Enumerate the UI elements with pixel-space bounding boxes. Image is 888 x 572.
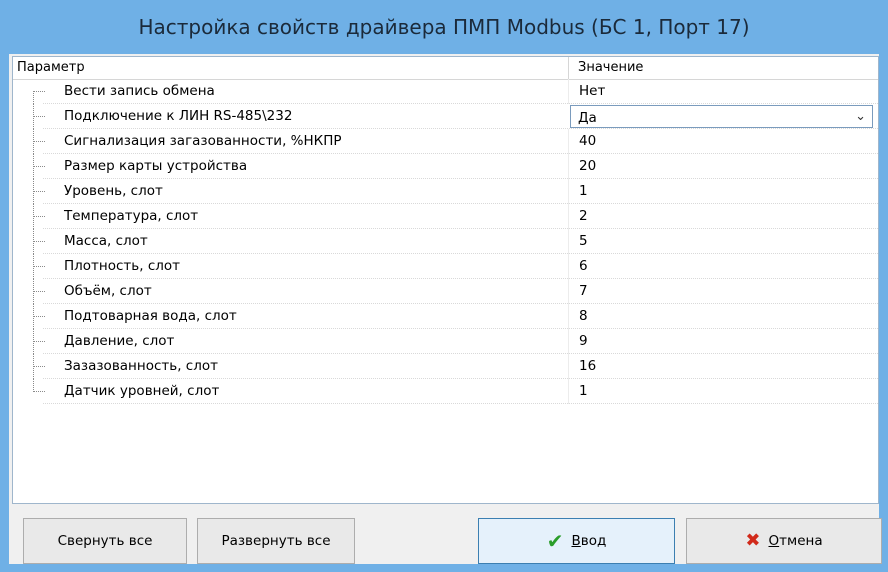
grid-row[interactable]: Объём, слот 7 [13, 279, 878, 304]
grid-row[interactable]: Вести запись обмена Нет [13, 79, 878, 104]
grid-row-selected[interactable]: Подключение к ЛИН RS-485\232 Да ⌄ [13, 104, 878, 129]
chevron-down-icon[interactable]: ⌄ [855, 109, 866, 124]
grid-row[interactable]: Температура, слот 2 [13, 204, 878, 229]
param-value[interactable]: 9 [579, 333, 588, 349]
tree-line [33, 104, 53, 129]
cancel-label: Отмена [768, 533, 823, 549]
expand-all-label: Развернуть все [221, 533, 331, 549]
window-title: Настройка свойств драйвера ПМП Modbus (Б… [138, 15, 750, 39]
param-name: Масса, слот [64, 233, 148, 249]
expand-all-button[interactable]: Развернуть все [197, 518, 355, 564]
tree-line [33, 254, 53, 279]
tree-line [33, 129, 53, 154]
tree-line [33, 304, 53, 329]
param-name: Плотность, слот [64, 258, 180, 274]
param-value[interactable]: 2 [579, 208, 588, 224]
tree-line [33, 229, 53, 254]
param-value[interactable]: 40 [579, 133, 596, 149]
param-value[interactable]: 1 [579, 383, 588, 399]
grid-row[interactable]: Зазазованность, слот 16 [13, 354, 878, 379]
param-value[interactable]: 20 [579, 158, 596, 174]
tree-line [33, 79, 53, 104]
tree-line [33, 279, 53, 304]
param-name: Датчик уровней, слот [64, 383, 220, 399]
param-name: Температура, слот [64, 208, 199, 224]
property-grid: Параметр Значение Вести запись обмена Не… [12, 56, 879, 504]
param-value[interactable]: 8 [579, 308, 588, 324]
grid-row[interactable]: Плотность, слот 6 [13, 254, 878, 279]
ok-button[interactable]: ✔ Ввод [478, 518, 675, 564]
dropdown-value: Да [578, 110, 597, 126]
grid-row[interactable]: Масса, слот 5 [13, 229, 878, 254]
param-name: Зазазованность, слот [64, 358, 218, 374]
tree-line [33, 354, 53, 379]
ok-label: Ввод [571, 533, 607, 549]
column-header-parameter[interactable]: Параметр [17, 60, 85, 75]
value-dropdown[interactable]: Да ⌄ [570, 105, 873, 128]
param-value[interactable]: 7 [579, 283, 588, 299]
param-value[interactable]: 16 [579, 358, 596, 374]
grid-row[interactable]: Давление, слот 9 [13, 329, 878, 354]
param-name: Сигнализация загазованности, %НКПР [64, 133, 342, 149]
param-name: Размер карты устройства [64, 158, 248, 174]
grid-row[interactable]: Подтоварная вода, слот 8 [13, 304, 878, 329]
param-name: Объём, слот [64, 283, 152, 299]
param-name: Вести запись обмена [64, 83, 215, 99]
column-divider[interactable] [568, 57, 569, 79]
checkmark-icon: ✔ [546, 529, 564, 553]
param-value[interactable]: 1 [579, 183, 588, 199]
tree-line [33, 379, 53, 404]
collapse-all-button[interactable]: Свернуть все [23, 518, 187, 564]
param-value[interactable]: Нет [579, 83, 605, 99]
dialog-window: Настройка свойств драйвера ПМП Modbus (Б… [0, 0, 888, 572]
grid-row[interactable]: Датчик уровней, слот 1 [13, 379, 878, 404]
param-name: Подключение к ЛИН RS-485\232 [64, 108, 293, 124]
collapse-all-label: Свернуть все [57, 533, 153, 549]
param-value[interactable]: 6 [579, 258, 588, 274]
cross-icon: ✖ [745, 530, 761, 551]
tree-line [33, 204, 53, 229]
grid-row[interactable]: Уровень, слот 1 [13, 179, 878, 204]
param-name: Подтоварная вода, слот [64, 308, 237, 324]
param-name: Давление, слот [64, 333, 175, 349]
column-header-value[interactable]: Значение [578, 60, 643, 75]
param-name: Уровень, слот [64, 183, 163, 199]
grid-row[interactable]: Размер карты устройства 20 [13, 154, 878, 179]
grid-row[interactable]: Сигнализация загазованности, %НКПР 40 [13, 129, 878, 154]
tree-line [33, 179, 53, 204]
grid-header: Параметр Значение [13, 57, 878, 80]
cancel-button[interactable]: ✖ Отмена [686, 518, 882, 564]
param-value[interactable]: 5 [579, 233, 588, 249]
tree-line [33, 329, 53, 354]
tree-line [33, 154, 53, 179]
